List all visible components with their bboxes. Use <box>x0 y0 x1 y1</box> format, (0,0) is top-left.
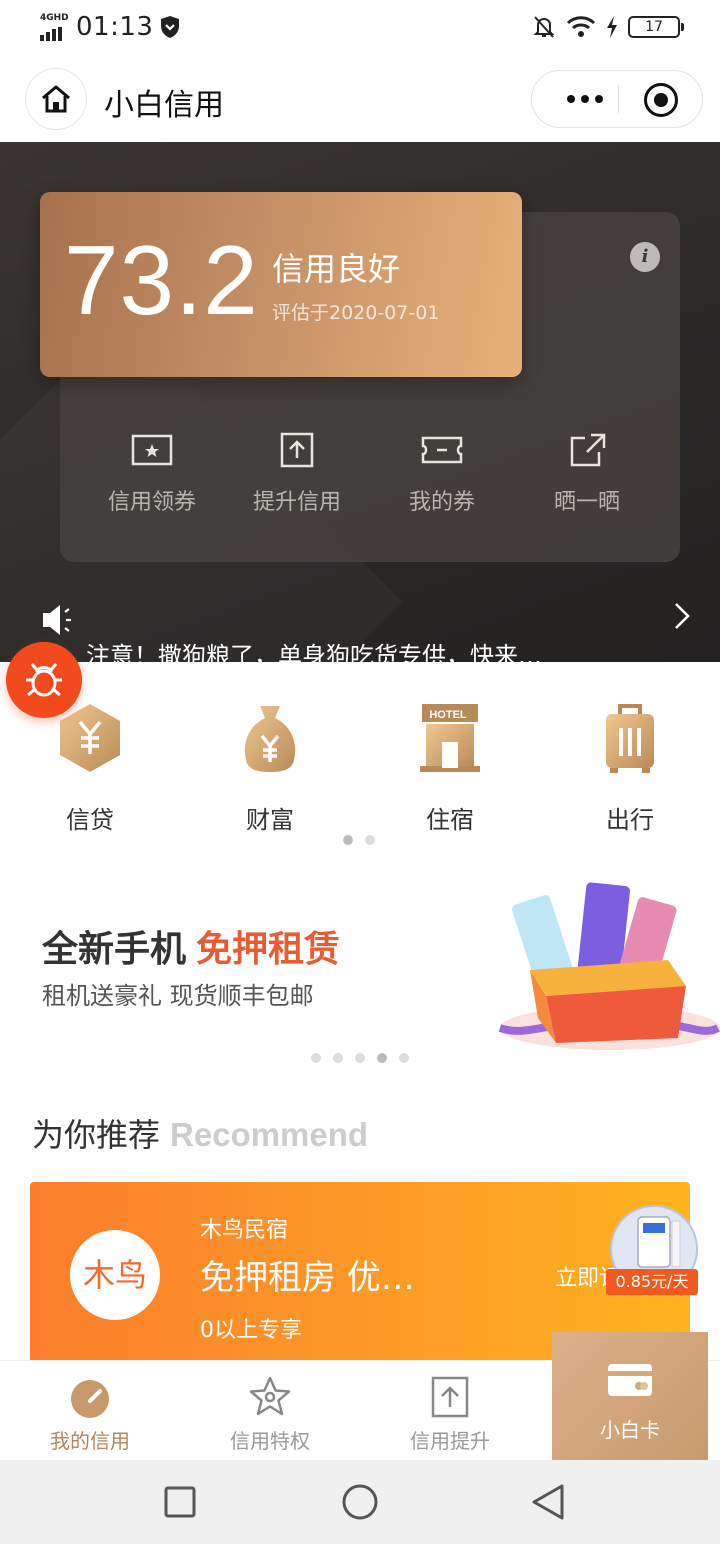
floating-ad-price: 0.85元/天 <box>606 1269 698 1295</box>
phone-gift-box-illustration <box>498 882 720 1050</box>
luggage-icon <box>606 704 654 773</box>
credit-score-card[interactable]: 73.2 信用良好 评估于2020-07-01 <box>40 192 522 377</box>
tab-label: 信用特权 <box>230 1429 310 1453</box>
category-label: 财富 <box>246 806 294 834</box>
category-label: 出行 <box>606 806 654 834</box>
pager-dot <box>399 1053 409 1063</box>
coupon-star-icon <box>131 434 173 466</box>
share-external-icon <box>570 433 606 467</box>
tab-label: 小白卡 <box>600 1418 660 1442</box>
category-pager <box>343 835 375 845</box>
router-device-icon <box>637 1216 681 1268</box>
floating-ad[interactable]: 0.85元/天 <box>606 1205 720 1305</box>
ticket-icon <box>421 436 463 464</box>
quick-action-label: 我的券 <box>408 490 475 515</box>
category-label: 信贷 <box>66 806 114 834</box>
close-mini-program-button[interactable] <box>644 83 678 117</box>
chevron-right-icon[interactable] <box>672 600 692 632</box>
speaker-icon <box>43 605 71 635</box>
card-icon <box>608 1364 652 1396</box>
recommend-title: 为你推荐 <box>32 1116 161 1154</box>
wifi-icon <box>566 16 596 37</box>
notice-text: 注意！撒狗粮了，单身狗吃货专供，快来… <box>86 642 542 662</box>
category-travel[interactable]: 出行 <box>560 700 700 835</box>
clock: 01:13 <box>76 12 154 42</box>
recommend-title-en: Recommend <box>170 1116 369 1153</box>
recent-apps-icon[interactable] <box>160 1482 200 1522</box>
category-wealth[interactable]: 财富 <box>200 700 340 835</box>
pager-dot <box>365 835 375 845</box>
upload-box-icon <box>431 1376 469 1418</box>
brand-logo: 木鸟 <box>70 1230 160 1320</box>
quick-action-label: 信用领券 <box>107 490 196 515</box>
star-outline-icon <box>249 1376 291 1416</box>
tab-privileges[interactable]: 信用特权 <box>180 1361 360 1461</box>
bell-muted-icon <box>533 16 555 38</box>
pager-dot <box>355 1053 365 1063</box>
notice-bar[interactable]: 注意！撒狗粮了，单身狗吃货专供，快来… <box>0 592 720 662</box>
back-nav-icon[interactable] <box>528 1482 568 1522</box>
recommend-heading: 为你推荐 Recommend <box>32 1110 368 1156</box>
quick-action-label: 晒一晒 <box>553 490 620 515</box>
tab-label: 信用提升 <box>410 1429 490 1453</box>
quick-action-share[interactable]: 晒一晒 <box>527 432 647 516</box>
status-bar: 4GHD 01:13 17 <box>0 0 720 58</box>
money-bag-icon <box>244 706 296 772</box>
pager-dot <box>311 1053 321 1063</box>
quick-action-coupon[interactable]: 信用领券 <box>92 432 212 516</box>
upload-arrow-icon <box>280 432 314 468</box>
tab-xiaobai-card[interactable]: 小白卡 <box>552 1332 708 1460</box>
battery-icon: 17 <box>628 16 684 38</box>
charging-icon <box>607 16 617 38</box>
offer-condition: 0以上专享 <box>200 1318 302 1343</box>
home-icon <box>42 85 70 113</box>
quick-action-label: 提升信用 <box>252 490 341 515</box>
quick-action-improve[interactable]: 提升信用 <box>237 432 357 516</box>
brand-name: 木鸟民宿 <box>200 1218 289 1243</box>
credit-hero: i 73.2 信用良好 评估于2020-07-01 信用领券 提升信用 我的券 … <box>0 142 720 662</box>
credit-evaluated-date: 评估于2020-07-01 <box>272 302 440 324</box>
pager-dot <box>333 1053 343 1063</box>
battery-level: 17 <box>645 19 663 35</box>
category-loan[interactable]: 信贷 <box>20 700 160 835</box>
home-button[interactable] <box>25 68 87 130</box>
title-bar: 小白信用 <box>0 58 720 142</box>
credit-level: 信用良好 <box>272 250 401 288</box>
credit-score: 73.2 <box>64 225 259 335</box>
more-menu-button[interactable] <box>554 71 616 127</box>
pager-dot <box>377 1053 387 1063</box>
cellular-signal-icon: 4GHD <box>38 13 70 41</box>
bug-icon <box>26 663 62 697</box>
banner-title-main: 全新手机 <box>42 929 187 970</box>
mini-program-capsule <box>531 70 703 128</box>
system-navigation-bar <box>0 1460 720 1544</box>
info-icon[interactable]: i <box>630 242 660 272</box>
network-type: 4GHD <box>40 13 69 23</box>
bug-report-button[interactable] <box>6 642 82 718</box>
offer-headline: 免押租房 优… <box>200 1258 415 1298</box>
quick-action-my-coupons[interactable]: 我的券 <box>382 432 502 516</box>
banner-pager <box>311 1053 409 1063</box>
pager-dot <box>343 835 353 845</box>
tab-improve[interactable]: 信用提升 <box>360 1361 540 1461</box>
page-title: 小白信用 <box>104 88 224 123</box>
tab-label: 我的信用 <box>50 1429 130 1453</box>
banner-title-highlight: 免押租赁 <box>196 929 341 970</box>
banner-title: 全新手机 免押租赁 <box>42 920 340 972</box>
gauge-icon <box>71 1380 109 1418</box>
hotel-badge: HOTEL <box>429 709 467 721</box>
shield-icon <box>161 16 180 38</box>
banner-subtitle: 租机送豪礼 现货顺丰包邮 <box>42 982 314 1010</box>
tab-my-credit[interactable]: 我的信用 <box>0 1361 180 1461</box>
home-nav-icon[interactable] <box>340 1482 380 1522</box>
category-label: 住宿 <box>426 806 474 834</box>
